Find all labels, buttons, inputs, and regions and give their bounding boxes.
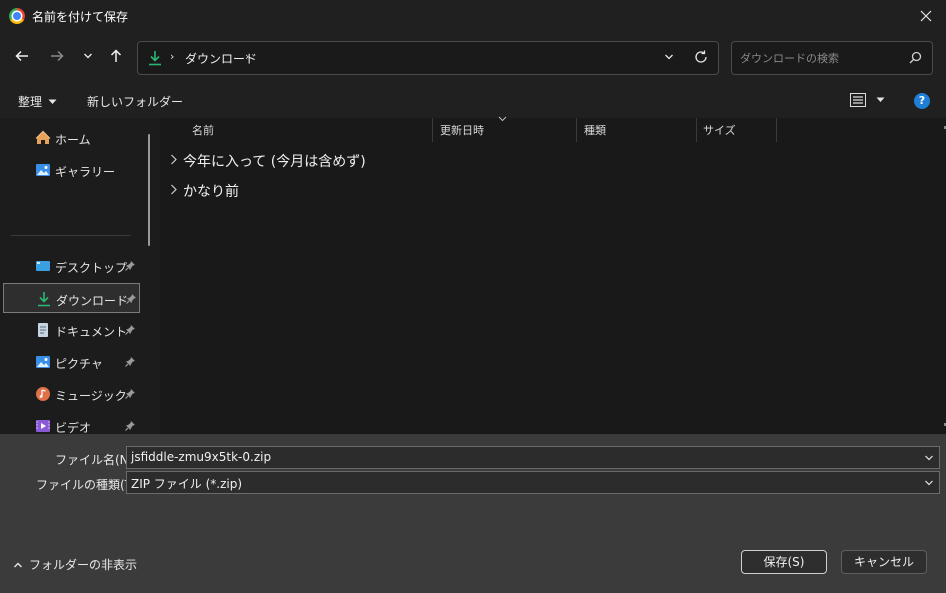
sidebar-item-label: ドキュメント <box>55 325 128 339</box>
hide-folders-toggle[interactable]: フォルダーの非表示 <box>13 556 137 573</box>
group-label: かなり前 <box>183 184 239 200</box>
pin-icon[interactable] <box>126 293 137 304</box>
list-view-icon <box>850 93 866 107</box>
sidebar-item-documents[interactable]: ドキュメント <box>3 315 140 345</box>
pin-icon[interactable] <box>125 388 136 399</box>
chevron-down-icon[interactable] <box>924 453 934 463</box>
column-divider[interactable] <box>576 118 577 142</box>
pin-icon[interactable] <box>125 324 136 335</box>
column-header-row: 名前 更新日時 種類 サイズ <box>160 116 946 142</box>
pictures-icon <box>36 356 50 368</box>
home-icon <box>35 130 51 144</box>
sort-descending-icon <box>498 116 507 122</box>
group-label: 今年に入って (今月は含めず) <box>183 154 366 170</box>
music-icon <box>36 387 50 401</box>
sidebar-item-pictures[interactable]: ピクチャ <box>3 347 140 377</box>
chevron-right-icon[interactable] <box>170 154 178 165</box>
breadcrumb-separator-icon: › <box>170 50 175 63</box>
chevron-right-icon[interactable] <box>170 184 178 195</box>
sidebar-item-gallery[interactable]: ギャラリー <box>3 155 140 185</box>
sidebar-item-downloads[interactable]: ダウンロード <box>3 283 140 313</box>
title-bar: 名前を付けて保存 <box>0 0 946 32</box>
sidebar-scrollbar[interactable] <box>148 134 150 246</box>
filename-input[interactable]: jsfiddle-zmu9x5tk-0.zip <box>131 450 271 464</box>
search-box[interactable] <box>731 41 933 75</box>
save-panel: ファイル名(N): jsfiddle-zmu9x5tk-0.zip ファイルの種… <box>0 434 946 593</box>
address-bar[interactable]: › ダウンロード › <box>137 41 719 75</box>
breadcrumb-chevron-icon[interactable]: › <box>245 50 249 63</box>
filetype-select[interactable]: ZIP ファイル (*.zip) <box>126 471 940 494</box>
window-title: 名前を付けて保存 <box>32 10 129 24</box>
search-icon <box>909 51 922 64</box>
arrow-right-icon <box>51 50 64 62</box>
column-divider[interactable] <box>432 118 433 142</box>
command-bar: 整理 新しいフォルダー ? <box>0 84 946 118</box>
sidebar-item-music[interactable]: ミュージック <box>3 379 140 409</box>
column-header-modified[interactable]: 更新日時 <box>440 122 484 138</box>
caret-down-icon <box>876 97 885 102</box>
column-divider[interactable] <box>696 118 697 142</box>
hide-folders-label: フォルダーの非表示 <box>29 558 138 572</box>
close-button[interactable] <box>906 0 946 32</box>
view-options-button[interactable] <box>850 93 885 107</box>
arrow-left-icon <box>15 50 28 62</box>
chevron-down-icon <box>84 53 92 59</box>
sidebar-item-label: ミュージック <box>55 389 127 403</box>
pin-icon[interactable] <box>125 260 136 271</box>
save-button[interactable]: 保存(S) <box>741 550 827 574</box>
filetype-value: ZIP ファイル (*.zip) <box>131 477 243 491</box>
sidebar-divider <box>11 235 131 236</box>
sidebar-item-label: ダウンロード <box>56 294 129 308</box>
address-dropdown-icon[interactable] <box>664 52 674 62</box>
caret-down-icon <box>48 99 57 104</box>
help-button[interactable]: ? <box>914 93 930 109</box>
sidebar-item-desktop[interactable]: デスクトップ <box>3 251 140 281</box>
video-icon <box>36 420 50 432</box>
pin-icon[interactable] <box>125 420 136 431</box>
download-icon <box>149 51 161 66</box>
sidebar-item-label: ピクチャ <box>55 357 103 371</box>
chevron-up-icon <box>14 562 22 567</box>
sidebar-item-videos[interactable]: ビデオ <box>3 411 140 434</box>
recent-locations-button[interactable] <box>76 44 100 68</box>
sidebar-item-label: デスクトップ <box>55 261 128 275</box>
pin-icon[interactable] <box>125 356 136 367</box>
file-list-view: 名前 更新日時 種類 サイズ 今年に入って (今月は含めず) かなり前 <box>160 116 946 434</box>
chrome-logo-icon <box>9 8 25 24</box>
column-header-size[interactable]: サイズ <box>703 122 736 138</box>
help-icon: ? <box>918 94 926 107</box>
back-button[interactable] <box>10 44 34 68</box>
navigation-bar: › ダウンロード › <box>0 32 946 84</box>
column-header-type[interactable]: 種類 <box>584 122 606 138</box>
organize-label: 整理 <box>18 95 43 109</box>
column-divider[interactable] <box>776 118 777 142</box>
forward-button[interactable] <box>45 44 69 68</box>
sidebar-item-home[interactable]: ホーム <box>3 123 140 153</box>
refresh-icon[interactable] <box>694 50 708 64</box>
sidebar-item-label: ホーム <box>55 133 91 147</box>
sidebar-item-label: ビデオ <box>55 421 92 434</box>
desktop-icon <box>36 261 50 271</box>
column-header-name[interactable]: 名前 <box>192 122 214 138</box>
arrow-up-icon <box>110 49 122 62</box>
close-icon <box>920 10 932 22</box>
document-icon <box>38 323 48 337</box>
up-button[interactable] <box>104 44 128 68</box>
sidebar-item-label: ギャラリー <box>55 165 116 179</box>
organize-button[interactable]: 整理 <box>18 93 57 110</box>
filename-combobox[interactable]: jsfiddle-zmu9x5tk-0.zip <box>126 446 940 469</box>
new-folder-button[interactable]: 新しいフォルダー <box>87 93 183 110</box>
chevron-down-icon <box>925 480 933 486</box>
search-input[interactable] <box>740 49 900 67</box>
navigation-pane: ホーム ギャラリー デスクトップ ダウンロード ドキュメント ピクチャ ミュージ… <box>0 118 160 434</box>
gallery-icon <box>36 164 50 176</box>
download-icon <box>38 292 50 307</box>
cancel-button[interactable]: キャンセル <box>841 550 927 574</box>
